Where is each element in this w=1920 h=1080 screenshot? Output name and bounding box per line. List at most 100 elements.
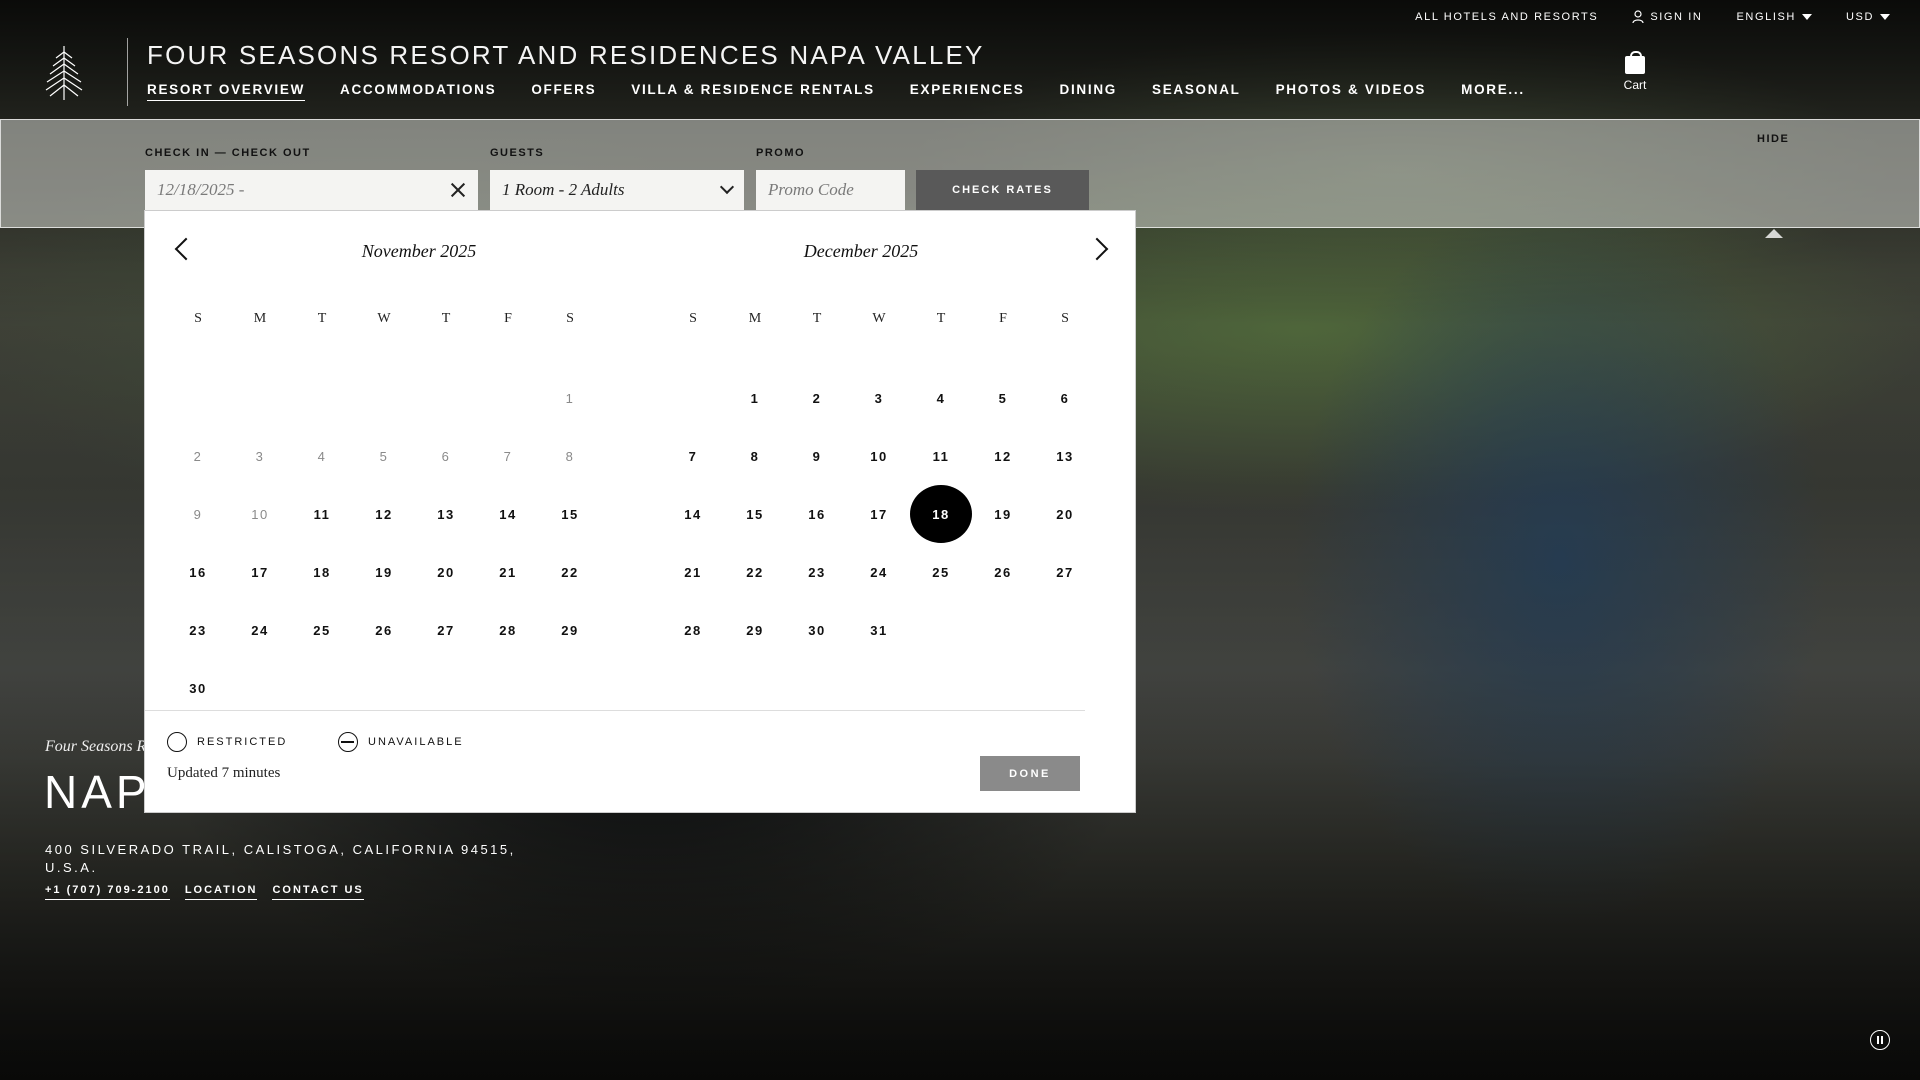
december-day-cell[interactable]: 28 [662,601,724,659]
nav-accommodations[interactable]: ACCOMMODATIONS [340,82,496,101]
cart-button[interactable]: Cart [1615,51,1655,92]
december-day-number: 10 [870,448,888,464]
december-day-cell[interactable]: 3 [848,369,910,427]
november-day-cell[interactable]: 18 [291,543,353,601]
november-day-cell[interactable]: 15 [539,485,601,543]
november-empty-cell [477,369,539,427]
december-day-cell[interactable]: 11 [910,427,972,485]
december-day-cell[interactable]: 5 [972,369,1034,427]
language-select[interactable]: ENGLISH [1736,11,1812,23]
promo-code-input[interactable]: Promo Code [756,170,905,210]
nav-seasonal[interactable]: SEASONAL [1152,82,1241,101]
november-day-cell[interactable]: 26 [353,601,415,659]
december-day-cell[interactable]: 22 [724,543,786,601]
december-day-cell[interactable]: 1 [724,369,786,427]
nav-experiences[interactable]: EXPERIENCES [910,82,1025,101]
four-seasons-logo-icon[interactable] [42,44,86,102]
december-weekday-header: S [689,311,697,326]
december-day-cell[interactable]: 20 [1034,485,1096,543]
chevron-right-icon[interactable] [1085,237,1109,261]
dates-label: CHECK IN — CHECK OUT [145,147,311,159]
sign-in-link[interactable]: SIGN IN [1632,10,1702,24]
currency-select[interactable]: USD [1846,11,1890,23]
updated-text: Updated 7 minutes [167,765,281,781]
december-day-cell[interactable]: 30 [786,601,848,659]
december-day-cell[interactable]: 29 [724,601,786,659]
december-day-cell[interactable]: 18 [910,485,972,543]
nav-dining[interactable]: DINING [1060,82,1117,101]
done-button[interactable]: DONE [980,756,1080,791]
nav-resort-overview[interactable]: RESORT OVERVIEW [147,82,306,101]
november-day-cell[interactable]: 12 [353,485,415,543]
nav-photos-videos[interactable]: PHOTOS & VIDEOS [1276,82,1427,101]
december-day-cell[interactable]: 25 [910,543,972,601]
november-empty-cell [291,369,353,427]
check-rates-button[interactable]: CHECK RATES [916,170,1089,210]
november-day-cell[interactable]: 24 [229,601,291,659]
december-day-cell[interactable]: 26 [972,543,1034,601]
december-day-cell[interactable]: 4 [910,369,972,427]
december-day-cell[interactable]: 31 [848,601,910,659]
contact-us-link[interactable]: CONTACT US [272,884,364,900]
november-weekday-header: F [504,311,512,326]
december-day-cell[interactable]: 27 [1034,543,1096,601]
december-day-cell[interactable]: 24 [848,543,910,601]
december-empty-cell [662,369,724,427]
november-day-cell[interactable]: 27 [415,601,477,659]
november-day-number: 9 [193,506,203,522]
december-day-cell[interactable]: 7 [662,427,724,485]
december-day-cell[interactable]: 10 [848,427,910,485]
guests-select[interactable]: 1 Room - 2 Adults [490,170,744,210]
november-day-cell[interactable]: 20 [415,543,477,601]
november-day-cell[interactable]: 11 [291,485,353,543]
november-day-cell[interactable]: 17 [229,543,291,601]
header-divider [127,38,128,106]
november-day-cell[interactable]: 16 [167,543,229,601]
november-day-cell: 8 [539,427,601,485]
november-day-cell[interactable]: 28 [477,601,539,659]
hide-button[interactable]: HIDE [1757,133,1789,145]
november-day-cell[interactable]: 23 [167,601,229,659]
december-day-cell[interactable]: 21 [662,543,724,601]
november-day-cell[interactable]: 25 [291,601,353,659]
currency-label: USD [1845,11,1874,23]
december-day-cell[interactable]: 9 [786,427,848,485]
nav-offers[interactable]: OFFERS [531,82,596,101]
november-day-number: 10 [251,506,269,522]
december-day-number: 13 [1056,448,1074,464]
december-day-cell[interactable]: 17 [848,485,910,543]
november-day-cell[interactable]: 29 [539,601,601,659]
dates-field[interactable]: 12/18/2025 - [145,170,478,210]
december-day-cell[interactable]: 15 [724,485,786,543]
december-day-number: 3 [874,390,884,406]
language-label: ENGLISH [1736,11,1796,23]
nav-more[interactable]: MORE... [1461,82,1525,101]
november-day-cell[interactable]: 30 [167,659,229,717]
nav-villa-residence-rentals[interactable]: VILLA & RESIDENCE RENTALS [631,82,875,101]
hotel-name[interactable]: FOUR SEASONS RESORT AND RESIDENCES NAPA … [147,40,985,71]
december-weekday-header: T [936,311,946,326]
pause-icon[interactable] [1870,1030,1890,1050]
november-title: November 2025 [361,241,477,261]
november-day-number: 3 [255,448,265,464]
december-day-cell[interactable]: 6 [1034,369,1096,427]
all-hotels-link[interactable]: ALL HOTELS AND RESORTS [1415,11,1598,23]
december-day-cell[interactable]: 23 [786,543,848,601]
december-day-cell[interactable]: 8 [724,427,786,485]
november-day-cell[interactable]: 21 [477,543,539,601]
december-day-cell[interactable]: 2 [786,369,848,427]
november-day-cell[interactable]: 13 [415,485,477,543]
chevron-left-icon[interactable] [174,237,198,261]
december-day-cell[interactable]: 19 [972,485,1034,543]
clear-dates-icon[interactable] [450,182,466,198]
november-day-cell[interactable]: 22 [539,543,601,601]
november-day-cell[interactable]: 19 [353,543,415,601]
december-day-cell[interactable]: 16 [786,485,848,543]
november-day-cell[interactable]: 14 [477,485,539,543]
december-day-cell[interactable]: 12 [972,427,1034,485]
december-day-cell[interactable]: 13 [1034,427,1096,485]
location-link[interactable]: LOCATION [184,884,258,900]
phone-link[interactable]: +1 (707) 709-2100 [45,884,170,900]
december-day-cell[interactable]: 14 [662,485,724,543]
caret-down-icon [1801,14,1812,20]
